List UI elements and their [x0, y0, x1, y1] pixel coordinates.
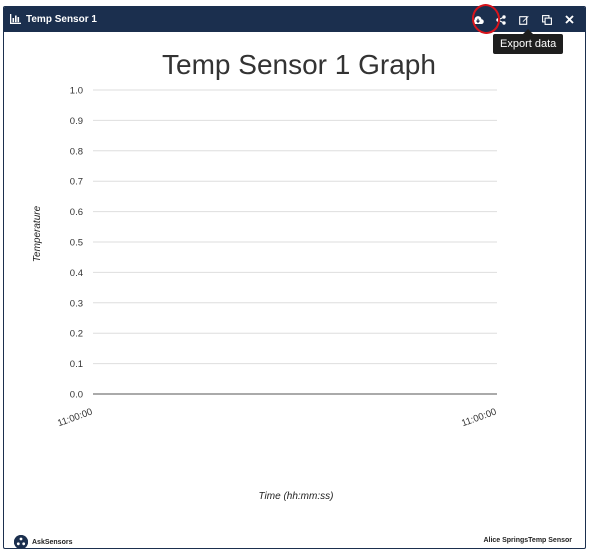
sensor-widget: Temp Sensor 1 Temp Sensor 1 Graph 0.0 0.… [3, 6, 586, 549]
asksensors-logo-icon [14, 535, 28, 548]
x-axis-label: Time (hh:mm:ss) [259, 491, 334, 502]
x-tick-label: 11:00:00 [460, 406, 498, 429]
x-tick-label: 11:00:00 [56, 406, 94, 429]
chart-grid [93, 89, 497, 395]
y-axis-ticks: 0.0 0.1 0.2 0.3 0.4 0.5 0.6 0.7 0.8 0.9 1.0 [70, 86, 83, 401]
x-axis-ticks: 11:00:00 11:00:00 [56, 406, 498, 429]
y-tick-label: 0.7 [70, 177, 83, 188]
footer-device-label: Alice SpringsTemp Sensor [483, 537, 572, 544]
y-tick-label: 0.3 [70, 298, 83, 309]
y-tick-label: 0.8 [70, 146, 83, 157]
y-tick-label: 0.5 [70, 238, 83, 249]
export-data-tooltip: Export data [493, 29, 564, 54]
y-tick-label: 0.4 [70, 268, 83, 279]
y-tick-label: 0.6 [70, 207, 83, 218]
y-tick-label: 0.9 [70, 116, 83, 127]
y-axis-label: Temperature [32, 205, 43, 262]
footer-left-label: AskSensors [32, 538, 73, 546]
temperature-chart: Temp Sensor 1 Graph 0.00.10.20.30.40.50.… [32, 49, 498, 502]
asksensors-brand[interactable]: AskSensors [14, 535, 73, 548]
y-tick-label: 0.2 [70, 329, 83, 340]
y-tick-label: 0.1 [70, 359, 83, 370]
chart-title: Temp Sensor 1 Graph [162, 49, 436, 80]
y-tick-label: 0.0 [70, 390, 83, 401]
y-tick-label: 1.0 [70, 86, 83, 97]
